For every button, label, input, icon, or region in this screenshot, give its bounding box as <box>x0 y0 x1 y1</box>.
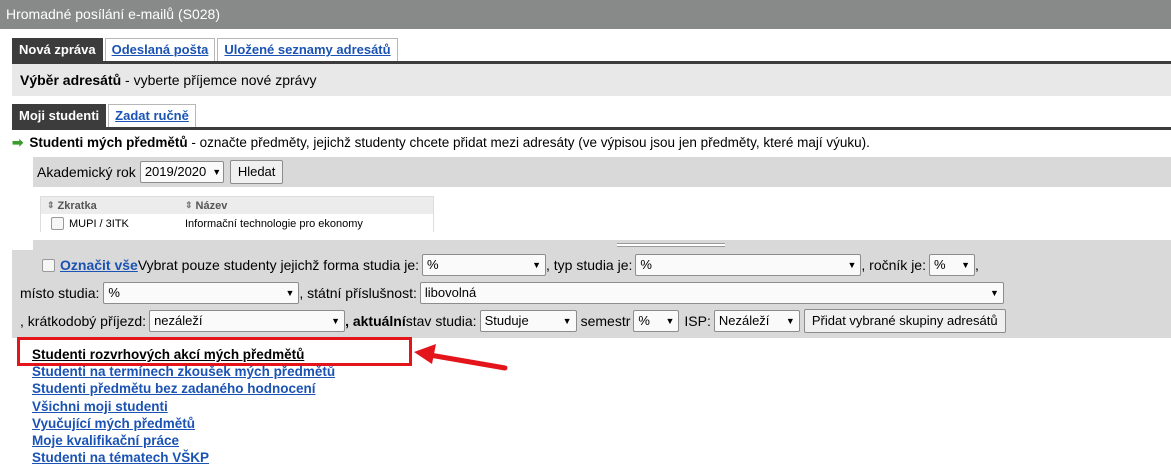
splitter-grip[interactable] <box>617 243 725 247</box>
step-description: - vyberte příjemce nové zprávy <box>121 72 317 88</box>
chevron-down-icon: ▼ <box>665 316 675 326</box>
subject-name: Informační technologie pro ekonomy <box>185 217 363 230</box>
highlight-box <box>17 337 412 366</box>
link-my-theses[interactable]: Moje kvalifikační práce <box>32 432 335 449</box>
chevron-down-icon: ▼ <box>285 288 295 298</box>
status-select[interactable]: Studuje ▼ <box>479 310 577 332</box>
year-select[interactable]: % ▼ <box>929 254 975 276</box>
citizenship-select[interactable]: libovolná ▼ <box>419 282 1004 304</box>
green-arrow-icon: ➡ <box>12 135 24 150</box>
chevron-down-icon: ▼ <box>847 260 857 270</box>
search-button[interactable]: Hledat <box>229 160 284 184</box>
place-label: místo studia: <box>20 285 100 301</box>
chevron-down-icon: ▼ <box>532 260 542 270</box>
step-bar: Výběr adresátů - vyberte příjemce nové z… <box>12 64 1171 96</box>
isp-label: ISP: <box>684 313 711 329</box>
semester-label: semestr <box>580 313 631 329</box>
step-title: Výběr adresátů <box>20 72 122 88</box>
column-header-code[interactable]: ⇕ Zkratka <box>41 200 181 212</box>
sort-icon: ⇕ <box>185 200 193 210</box>
subject-code: MUPI / 3ITK <box>69 217 129 230</box>
short-stay-select[interactable]: nezáleží ▼ <box>149 310 346 332</box>
short-stay-label: , krátkodobý příjezd: <box>20 313 147 329</box>
chevron-down-icon: ▼ <box>961 260 970 270</box>
link-all-my-students[interactable]: Všichni moji studenti <box>32 398 335 415</box>
add-groups-button[interactable]: Přidat vybrané skupiny adresátů <box>803 309 1006 333</box>
main-tabs: Nová zpráva Odeslaná pošta Uložené sezna… <box>12 38 400 61</box>
academic-year-label: Akademický rok <box>37 164 136 180</box>
red-arrow-icon <box>414 344 508 371</box>
select-all-checkbox[interactable] <box>42 258 55 272</box>
sub-tabs: Moji studenti Zadat ručně <box>12 104 198 127</box>
type-label: , typ studia je: <box>546 257 633 273</box>
resize-splitter[interactable] <box>33 240 1171 250</box>
academic-year-bar: Akademický rok 2019/2020 ▼ Hledat <box>33 157 1171 187</box>
chevron-down-icon: ▼ <box>212 167 222 177</box>
subjects-table: ⇕ Zkratka ⇕ Název MUPI / 3ITK Informační t… <box>40 196 434 233</box>
link-my-subject-teachers[interactable]: Vyučující mých předmětů <box>32 415 335 432</box>
academic-year-select[interactable]: 2019/2020 ▼ <box>139 161 224 183</box>
year-label: , ročník je: <box>861 257 926 273</box>
status-label: stav studia: <box>405 313 477 329</box>
table-row: MUPI / 3ITK Informační technologie pro e… <box>41 214 433 233</box>
sort-icon: ⇕ <box>47 200 55 210</box>
chevron-down-icon: ▼ <box>785 316 795 326</box>
select-all-link[interactable]: Označit vše <box>60 257 138 273</box>
isp-select[interactable]: Nezáleží ▼ <box>713 310 800 332</box>
section-title: Studenti mých předmětů <box>29 135 188 150</box>
link-thesis-topic-students[interactable]: Studenti na tématech VŠKP <box>32 449 335 466</box>
tab-new-message[interactable]: Nová zpráva <box>12 38 103 61</box>
academic-year-value: 2019/2020 <box>144 164 207 179</box>
link-ungraded-students[interactable]: Studenti předmětu bez zadaného hodnocení <box>32 380 335 397</box>
filter-panel: Označit vše Vybrat pouze studenty jejich… <box>12 250 1171 338</box>
tab-my-students[interactable]: Moji studenti <box>12 104 107 127</box>
column-header-name[interactable]: ⇕ Název <box>181 200 433 212</box>
tab-manual-entry[interactable]: Zadat ručně <box>108 104 196 127</box>
tab-sent-mail[interactable]: Odeslaná pošta <box>104 38 216 61</box>
current-label: , aktuální <box>345 313 406 329</box>
chevron-down-icon: ▼ <box>331 316 341 326</box>
window-title: Hromadné posílání e-mailů (S028) <box>0 0 1171 29</box>
form-label: Vybrat pouze studenty jejichž forma stud… <box>137 257 420 273</box>
place-select[interactable]: % ▼ <box>103 282 300 304</box>
semester-select[interactable]: % ▼ <box>633 310 680 332</box>
table-header: ⇕ Zkratka ⇕ Název <box>41 197 433 214</box>
row-checkbox[interactable] <box>51 217 64 230</box>
citizenship-label: , státní příslušnost: <box>299 285 417 301</box>
tab-saved-lists[interactable]: Uložené seznamy adresátů <box>217 38 398 61</box>
type-select[interactable]: % ▼ <box>635 254 862 276</box>
chevron-down-icon: ▼ <box>562 316 572 326</box>
form-select[interactable]: % ▼ <box>422 254 547 276</box>
section-description: - označte předměty, jejichž studenty chc… <box>187 135 870 150</box>
section-heading: ➡ Studenti mých předmětů - označte předmě… <box>12 133 870 153</box>
chevron-down-icon: ▼ <box>989 288 999 298</box>
subtab-divider <box>12 127 1171 130</box>
